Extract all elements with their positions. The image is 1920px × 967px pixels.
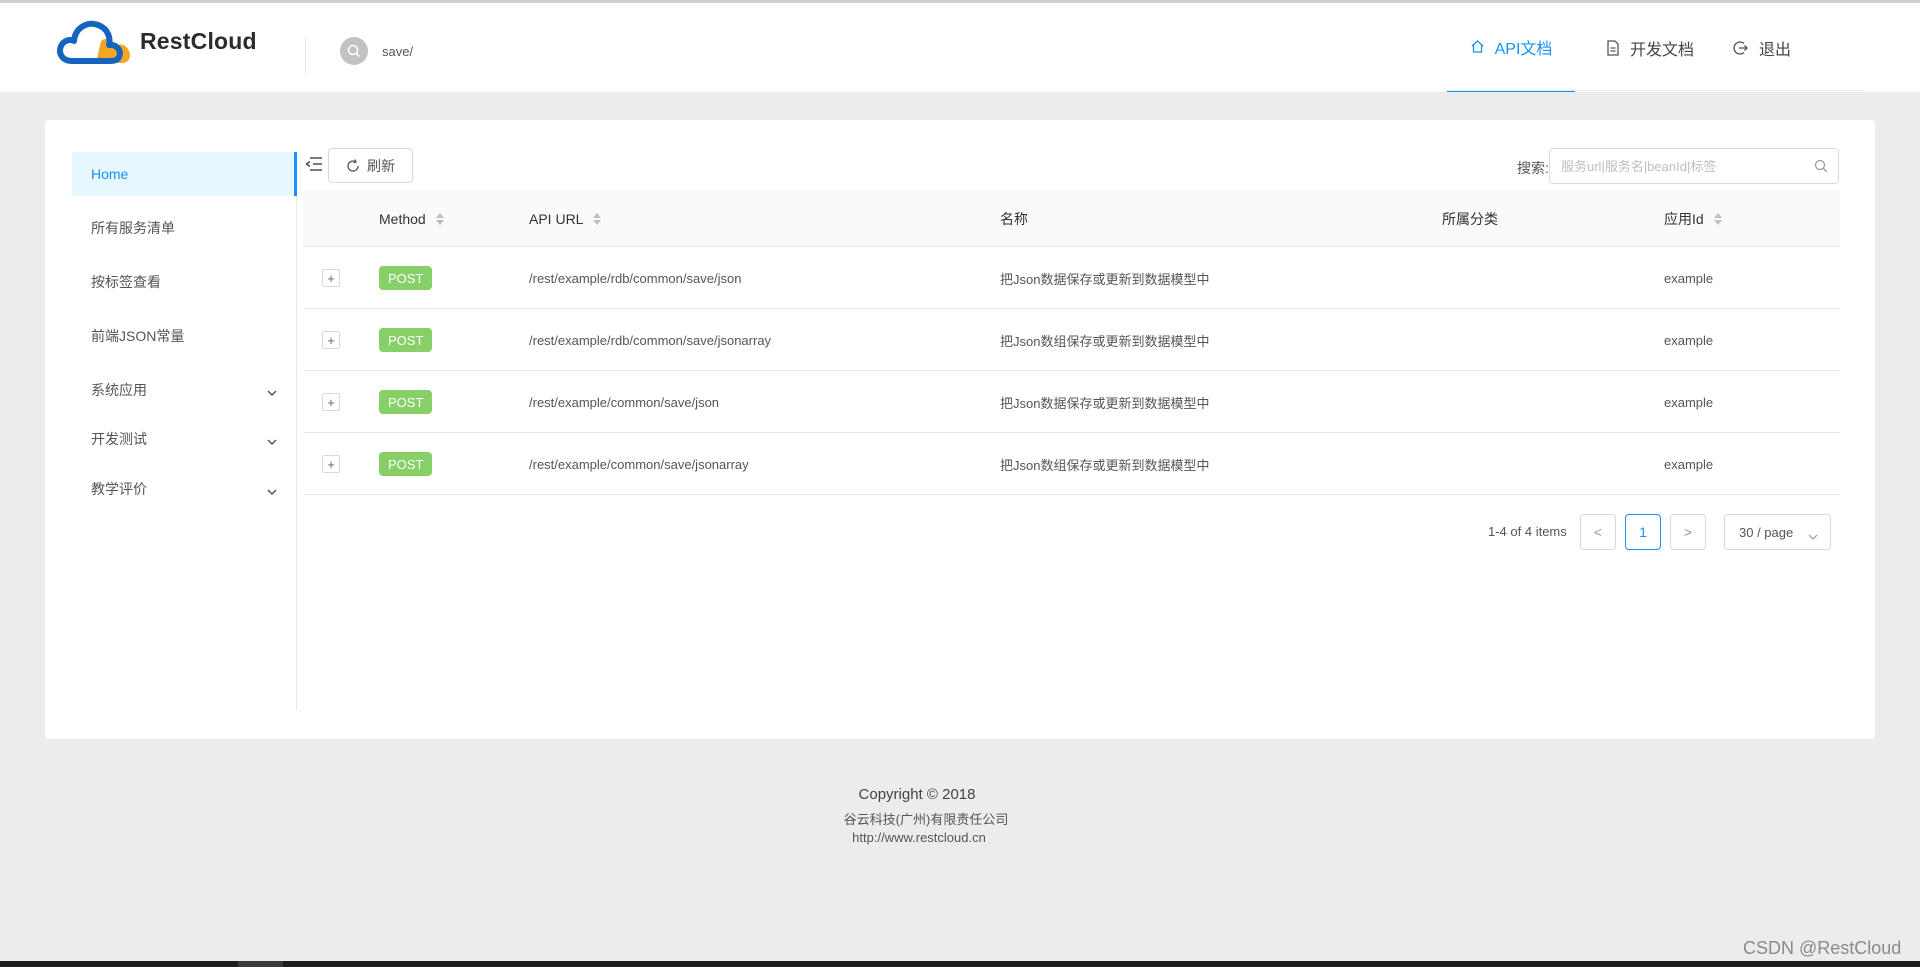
api-search-input[interactable] <box>1550 149 1800 183</box>
search-label: 搜索: <box>1517 160 1549 176</box>
chevron-down-icon <box>267 483 277 499</box>
api-search-box[interactable] <box>1549 148 1839 184</box>
table-header: Method API URL 名称 所属分类 应用Id <box>303 190 1840 247</box>
sidebar-item-label: 所有服务清单 <box>91 220 175 236</box>
document-icon <box>1606 39 1620 56</box>
nav-api-docs-label: API文档 <box>1494 40 1553 58</box>
column-header-name: 名称 <box>1000 210 1028 227</box>
refresh-label: 刷新 <box>367 157 395 174</box>
sidebar-item-label: 按标签查看 <box>91 274 161 290</box>
watermark: CSDN @RestCloud <box>1743 938 1902 958</box>
expand-row-button[interactable]: + <box>322 393 340 411</box>
table-row[interactable]: + POST /rest/example/rdb/common/save/jso… <box>303 309 1840 371</box>
brand-name: RestCloud <box>140 27 257 54</box>
sidebar-item-label: 前端JSON常量 <box>91 328 185 344</box>
expand-row-button[interactable]: + <box>322 455 340 473</box>
home-icon <box>1470 39 1485 54</box>
method-tag: POST <box>379 452 433 476</box>
nav-dev-docs-label: 开发文档 <box>1629 41 1694 59</box>
nav-dev-docs[interactable]: 开发文档 <box>1590 3 1710 92</box>
chevron-down-icon <box>1808 528 1818 543</box>
table-row[interactable]: + POST /rest/example/common/save/jsonarr… <box>303 433 1840 495</box>
method-tag: POST <box>379 266 433 290</box>
chevron-down-icon <box>267 433 277 449</box>
search-icon[interactable] <box>340 37 368 65</box>
sidebar-item-json-constants[interactable]: 前端JSON常量 <box>72 314 297 358</box>
header-divider <box>305 37 306 73</box>
table-row[interactable]: + POST /rest/example/common/save/json 把J… <box>303 371 1840 433</box>
method-tag: POST <box>379 328 433 352</box>
api-url: /rest/example/common/save/json <box>529 394 720 410</box>
nav-api-docs[interactable]: API文档 <box>1447 3 1575 92</box>
api-url: /rest/example/common/save/jsonarray <box>529 456 749 472</box>
refresh-icon <box>347 158 359 172</box>
restcloud-logo[interactable]: RestCloud <box>56 15 257 67</box>
sort-icon[interactable] <box>593 212 602 225</box>
app-id: example <box>1664 270 1714 286</box>
api-name: 把Json数据保存或更新到数据模型中 <box>1000 395 1210 411</box>
pagination-page-1[interactable]: 1 <box>1625 514 1661 550</box>
nav-logout-label: 退出 <box>1758 41 1791 59</box>
app-id: example <box>1664 394 1714 410</box>
api-url: /rest/example/rdb/common/save/jsonarray <box>529 332 772 348</box>
header-search[interactable]: save/ <box>340 37 413 65</box>
sort-icon[interactable] <box>435 212 444 225</box>
column-header-method[interactable]: Method <box>379 190 444 247</box>
sidebar-item-label: 教学评价 <box>91 481 147 497</box>
sidebar-menu: Home 所有服务清单 按标签查看 前端JSON常量 系统应用 开发测试 教学评… <box>72 152 297 710</box>
api-url: /rest/example/rdb/common/save/json <box>529 270 742 286</box>
cloud-logo-icon <box>57 20 130 64</box>
footer-copyright: Copyright © 2018 <box>858 786 976 803</box>
column-header-api-url[interactable]: API URL <box>529 190 602 247</box>
logout-icon <box>1733 40 1749 56</box>
chevron-left-icon: < <box>1593 524 1603 540</box>
nav-logout[interactable]: 退出 <box>1722 3 1802 92</box>
app-id: example <box>1664 456 1714 472</box>
sidebar-item-label: 开发测试 <box>91 431 147 447</box>
sidebar-item-system-apps[interactable]: 系统应用 <box>72 368 297 412</box>
sidebar-item-label: Home <box>91 166 129 182</box>
sidebar-item-all-services[interactable]: 所有服务清单 <box>72 206 297 250</box>
footer-company: 谷云科技(广州)有限责任公司 <box>843 812 1009 827</box>
sidebar-item-by-tag[interactable]: 按标签查看 <box>72 260 297 304</box>
expand-row-button[interactable]: + <box>322 269 340 287</box>
column-header-app-id[interactable]: 应用Id <box>1664 190 1722 247</box>
method-tag: POST <box>379 390 433 414</box>
api-name: 把Json数据保存或更新到数据模型中 <box>1000 271 1210 287</box>
page-size-select[interactable]: 30 / page <box>1724 514 1831 550</box>
pagination-prev-button[interactable]: < <box>1580 514 1616 550</box>
sidebar-item-home[interactable]: Home <box>72 152 297 196</box>
chevron-down-icon <box>267 384 277 400</box>
nav-underline-track <box>1447 90 1864 91</box>
menu-fold-icon[interactable] <box>305 156 323 175</box>
expand-row-button[interactable]: + <box>322 331 340 349</box>
refresh-button[interactable]: 刷新 <box>328 148 413 183</box>
api-name: 把Json数组保存或更新到数据模型中 <box>1000 333 1210 349</box>
sidebar-item-teaching-eval[interactable]: 教学评价 <box>72 467 297 511</box>
sort-icon[interactable] <box>1713 212 1722 225</box>
page-size-value: 30 / page <box>1739 524 1794 540</box>
header-search-query[interactable]: save/ <box>382 44 413 59</box>
api-name: 把Json数组保存或更新到数据模型中 <box>1000 457 1210 473</box>
bottom-bar <box>0 961 1920 967</box>
column-header-category: 所属分类 <box>1442 210 1498 227</box>
search-icon[interactable] <box>1814 159 1828 176</box>
pagination-total: 1-4 of 4 items <box>1488 524 1567 539</box>
pagination-next-button[interactable]: > <box>1670 514 1706 550</box>
table-row[interactable]: + POST /rest/example/rdb/common/save/jso… <box>303 247 1840 309</box>
app-id: example <box>1664 332 1714 348</box>
sidebar-item-label: 系统应用 <box>91 382 147 398</box>
chevron-right-icon: > <box>1683 524 1693 540</box>
footer-website[interactable]: http://www.restcloud.cn <box>0 830 1838 845</box>
sidebar-item-dev-test[interactable]: 开发测试 <box>72 417 297 461</box>
